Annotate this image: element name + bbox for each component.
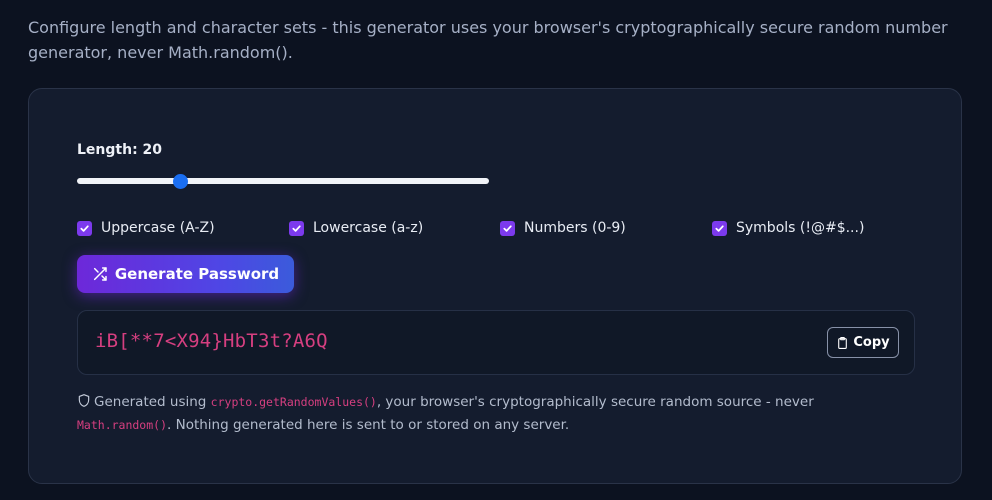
password-output: iB[**7<X94}HbT3t?A6Q Copy bbox=[77, 310, 915, 375]
option-lowercase[interactable]: Lowercase (a-z) bbox=[289, 217, 423, 239]
generator-card: Length: 20 Uppercase (A-Z) Lowercase (a-… bbox=[28, 88, 962, 484]
note-text-3: . Nothing generated here is sent to or s… bbox=[167, 417, 570, 433]
security-note: Generated using crypto.getRandomValues()… bbox=[77, 391, 877, 437]
shield-icon bbox=[78, 394, 90, 407]
check-icon bbox=[503, 224, 512, 232]
copy-button[interactable]: Copy bbox=[827, 327, 899, 358]
clipboard-icon bbox=[838, 336, 848, 349]
slider-track[interactable] bbox=[77, 178, 489, 184]
check-icon bbox=[80, 224, 89, 232]
checkbox-lowercase[interactable] bbox=[289, 220, 304, 236]
generate-button-label: Generate Password bbox=[114, 265, 280, 283]
note-code-math-random: Math.random() bbox=[77, 418, 168, 432]
generate-password-button[interactable]: Generate Password bbox=[77, 255, 294, 293]
option-label: Uppercase (A-Z) bbox=[101, 220, 215, 236]
checkbox-symbols[interactable] bbox=[712, 220, 727, 236]
option-label: Numbers (0-9) bbox=[524, 220, 626, 236]
intro-text: Configure length and character sets - th… bbox=[28, 18, 948, 62]
page: Configure length and character sets - th… bbox=[0, 0, 992, 500]
check-icon bbox=[292, 224, 301, 232]
note-text-2: , your browser's cryptographically secur… bbox=[376, 394, 814, 410]
copy-button-label: Copy bbox=[853, 335, 890, 350]
generated-password[interactable]: iB[**7<X94}HbT3t?A6Q bbox=[95, 330, 328, 352]
option-label: Lowercase (a-z) bbox=[313, 220, 424, 236]
character-set-options: Uppercase (A-Z) Lowercase (a-z) Numbers … bbox=[77, 217, 917, 239]
checkbox-uppercase[interactable] bbox=[77, 220, 92, 236]
option-numbers[interactable]: Numbers (0-9) bbox=[500, 217, 626, 239]
slider-thumb[interactable] bbox=[173, 174, 188, 189]
length-label: Length: 20 bbox=[77, 142, 163, 158]
checkbox-numbers[interactable] bbox=[500, 220, 515, 236]
note-code-getrandomvalues: crypto.getRandomValues() bbox=[210, 395, 377, 409]
note-text-1: Generated using bbox=[94, 394, 211, 410]
option-symbols[interactable]: Symbols (!@#$...) bbox=[712, 217, 864, 239]
shuffle-icon bbox=[93, 267, 107, 281]
option-uppercase[interactable]: Uppercase (A-Z) bbox=[77, 217, 215, 239]
check-icon bbox=[715, 224, 724, 232]
length-slider[interactable] bbox=[77, 174, 489, 189]
option-label: Symbols (!@#$...) bbox=[736, 220, 865, 236]
